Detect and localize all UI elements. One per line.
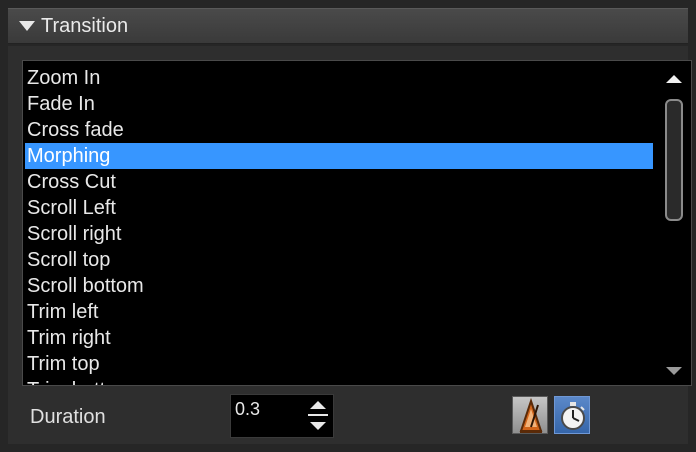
list-item[interactable]: Cross fade (25, 117, 653, 143)
transition-list: Zoom In Fade In Cross fade Morphing Cros… (25, 65, 653, 385)
list-item[interactable]: Scroll Left (25, 195, 653, 221)
transition-content: Zoom In Fade In Cross fade Morphing Cros… (8, 46, 692, 444)
list-item[interactable]: Trim right (25, 325, 653, 351)
metronome-icon (519, 397, 543, 433)
duration-spin-buttons[interactable] (307, 399, 329, 433)
stopwatch-icon (561, 402, 585, 430)
list-item[interactable]: Trim top (25, 351, 653, 377)
duration-value[interactable]: 0.3 (235, 399, 260, 420)
list-item[interactable]: Fade In (25, 91, 653, 117)
spin-divider (308, 414, 328, 416)
panel-title: Transition (41, 15, 129, 37)
spin-down-arrow-icon[interactable] (310, 422, 326, 430)
list-item[interactable]: Zoom In (25, 65, 653, 91)
list-item-selected[interactable]: Morphing (25, 143, 653, 169)
list-item[interactable]: Scroll top (25, 247, 653, 273)
duration-stepper[interactable]: 0.3 (230, 394, 334, 438)
timer-button[interactable] (554, 396, 590, 434)
metronome-button[interactable] (512, 396, 548, 434)
transition-header[interactable]: Transition (8, 8, 688, 44)
duration-row: Duration 0.3 (8, 388, 688, 444)
scroll-down-arrow-icon[interactable] (666, 367, 682, 375)
duration-label: Duration (30, 406, 106, 428)
list-scrollbar[interactable] (657, 61, 691, 385)
list-item[interactable]: Trim bottom (25, 377, 653, 385)
scroll-up-arrow-icon[interactable] (666, 75, 682, 83)
list-item[interactable]: Scroll bottom (25, 273, 653, 299)
list-item[interactable]: Trim left (25, 299, 653, 325)
list-item[interactable]: Scroll right (25, 221, 653, 247)
transition-panel: Transition Zoom In Fade In Cross fade Mo… (0, 0, 696, 452)
transition-listbox[interactable]: Zoom In Fade In Cross fade Morphing Cros… (22, 60, 692, 386)
scrollbar-thumb[interactable] (665, 99, 683, 221)
list-item[interactable]: Cross Cut (25, 169, 653, 195)
spin-up-arrow-icon[interactable] (310, 401, 326, 409)
collapse-triangle-icon[interactable] (19, 21, 35, 31)
